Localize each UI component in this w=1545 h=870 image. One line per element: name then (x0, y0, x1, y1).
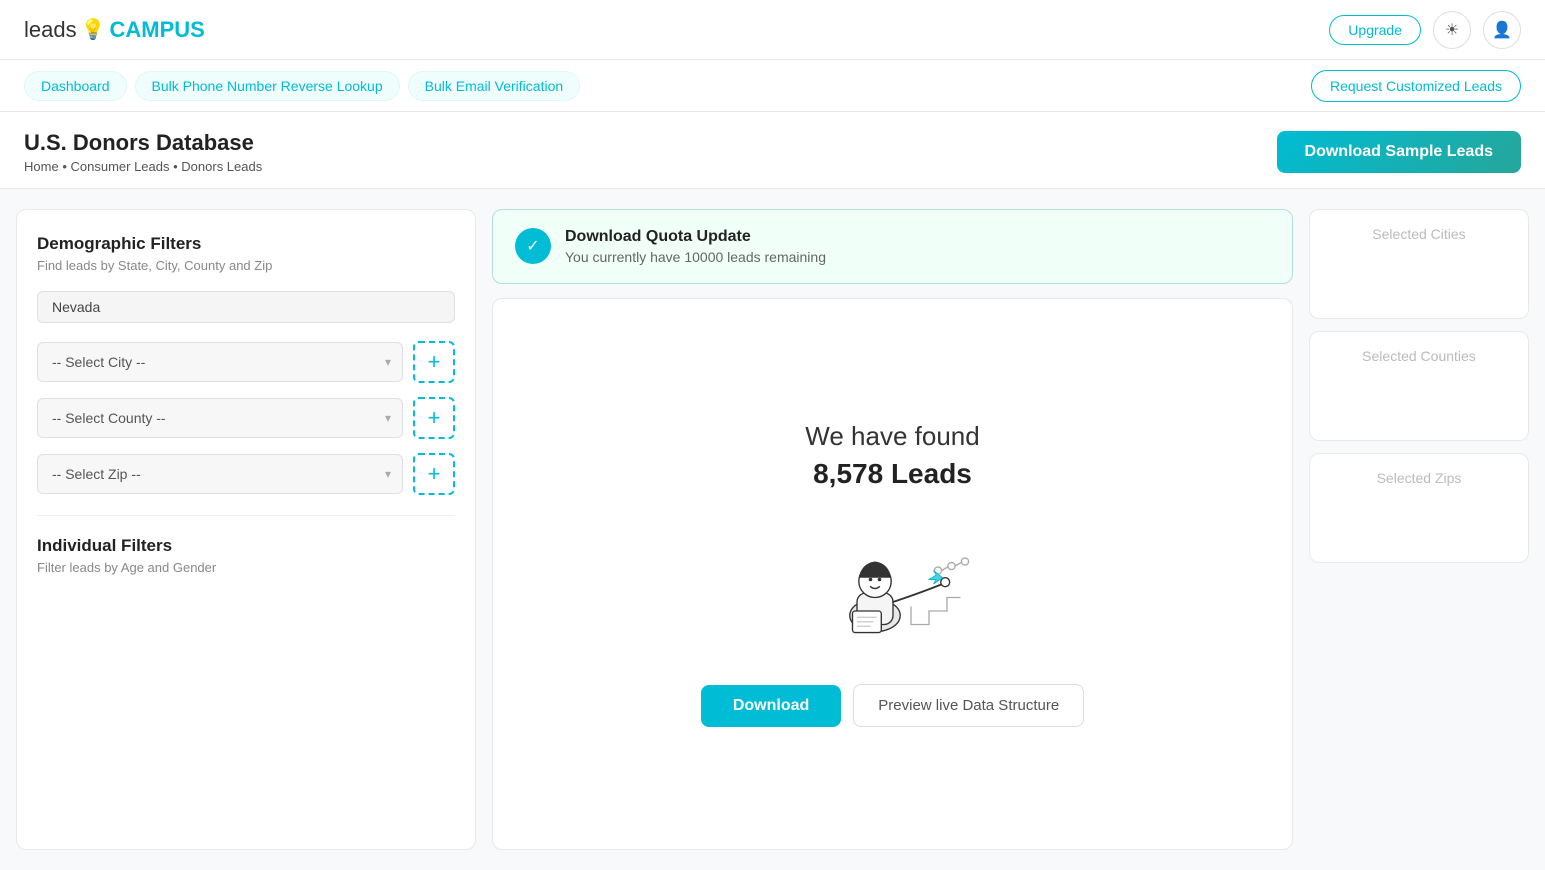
quota-subtitle: You currently have 10000 leads remaining (565, 249, 826, 265)
individual-filters-title: Individual Filters (37, 536, 455, 556)
results-illustration (803, 514, 983, 654)
demographic-filters-subtitle: Find leads by State, City, County and Zi… (37, 258, 455, 273)
logo-campus-text: CAMPUS (110, 17, 205, 43)
zip-select-row: -- Select Zip -- ▾ + (37, 453, 455, 495)
individual-filters-subtitle: Filter leads by Age and Gender (37, 560, 455, 575)
city-select-row: -- Select City -- ▾ + (37, 341, 455, 383)
app-header: leads 💡 CAMPUS Upgrade ☀ 👤 (0, 0, 1545, 60)
quota-banner: ✓ Download Quota Update You currently ha… (492, 209, 1293, 284)
city-select[interactable]: -- Select City -- (37, 342, 403, 382)
preview-data-structure-button[interactable]: Preview live Data Structure (853, 684, 1084, 727)
theme-toggle-button[interactable]: ☀ (1433, 11, 1471, 49)
header-right: Upgrade ☀ 👤 (1329, 11, 1521, 49)
selected-counties-label: Selected Counties (1326, 348, 1512, 364)
download-sample-leads-button[interactable]: Download Sample Leads (1277, 131, 1521, 173)
add-city-button[interactable]: + (413, 341, 455, 383)
selected-counties-panel: Selected Counties (1309, 331, 1529, 441)
quota-title: Download Quota Update (565, 228, 826, 246)
upgrade-button[interactable]: Upgrade (1329, 15, 1421, 45)
selected-cities-panel: Selected Cities (1309, 209, 1529, 319)
county-select-wrapper: -- Select County -- ▾ (37, 398, 403, 438)
results-count: 8,578 Leads (813, 458, 972, 490)
breadcrumb: Home • Consumer Leads • Donors Leads (24, 159, 262, 174)
main-layout: Demographic Filters Find leads by State,… (0, 189, 1545, 870)
breadcrumb-consumer-leads[interactable]: Consumer Leads (70, 159, 169, 174)
request-customized-leads-button[interactable]: Request Customized Leads (1311, 70, 1521, 102)
zip-select[interactable]: -- Select Zip -- (37, 454, 403, 494)
user-menu-button[interactable]: 👤 (1483, 11, 1521, 49)
left-panel: Demographic Filters Find leads by State,… (16, 209, 476, 850)
county-select-row: -- Select County -- ▾ + (37, 397, 455, 439)
state-value: Nevada (37, 291, 455, 323)
selected-cities-label: Selected Cities (1326, 226, 1512, 242)
nav-bar: Dashboard Bulk Phone Number Reverse Look… (0, 60, 1545, 112)
user-icon: 👤 (1492, 20, 1512, 40)
breadcrumb-home[interactable]: Home (24, 159, 59, 174)
add-county-button[interactable]: + (413, 397, 455, 439)
center-panel: ✓ Download Quota Update You currently ha… (492, 209, 1293, 850)
quota-shield-icon: ✓ (515, 228, 551, 264)
add-zip-button[interactable]: + (413, 453, 455, 495)
page-title-block: U.S. Donors Database Home • Consumer Lea… (24, 130, 262, 174)
page-header: U.S. Donors Database Home • Consumer Lea… (0, 112, 1545, 189)
city-select-wrapper: -- Select City -- ▾ (37, 342, 403, 382)
right-panel: Selected Cities Selected Counties Select… (1309, 209, 1529, 850)
nav-tab-bulk-phone[interactable]: Bulk Phone Number Reverse Lookup (135, 71, 400, 101)
results-actions: Download Preview live Data Structure (701, 684, 1084, 727)
results-found-text: We have found (805, 421, 979, 452)
selected-zips-label: Selected Zips (1326, 470, 1512, 486)
nav-tab-dashboard[interactable]: Dashboard (24, 71, 127, 101)
logo-leads-text: leads (24, 17, 77, 43)
quota-checkmark-icon: ✓ (526, 236, 539, 256)
results-panel: We have found 8,578 Leads (492, 298, 1293, 850)
demographic-filters-title: Demographic Filters (37, 234, 455, 254)
nav-tab-bulk-email[interactable]: Bulk Email Verification (408, 71, 581, 101)
filter-divider (37, 515, 455, 516)
logo-icon: 💡 (81, 17, 106, 42)
download-button[interactable]: Download (701, 685, 841, 727)
theme-icon: ☀ (1445, 20, 1459, 40)
nav-tabs: Dashboard Bulk Phone Number Reverse Look… (24, 71, 580, 101)
county-select[interactable]: -- Select County -- (37, 398, 403, 438)
selected-zips-panel: Selected Zips (1309, 453, 1529, 563)
quota-text-block: Download Quota Update You currently have… (565, 228, 826, 265)
page-title: U.S. Donors Database (24, 130, 262, 156)
zip-select-wrapper: -- Select Zip -- ▾ (37, 454, 403, 494)
breadcrumb-donors-leads[interactable]: Donors Leads (181, 159, 262, 174)
logo: leads 💡 CAMPUS (24, 17, 205, 43)
